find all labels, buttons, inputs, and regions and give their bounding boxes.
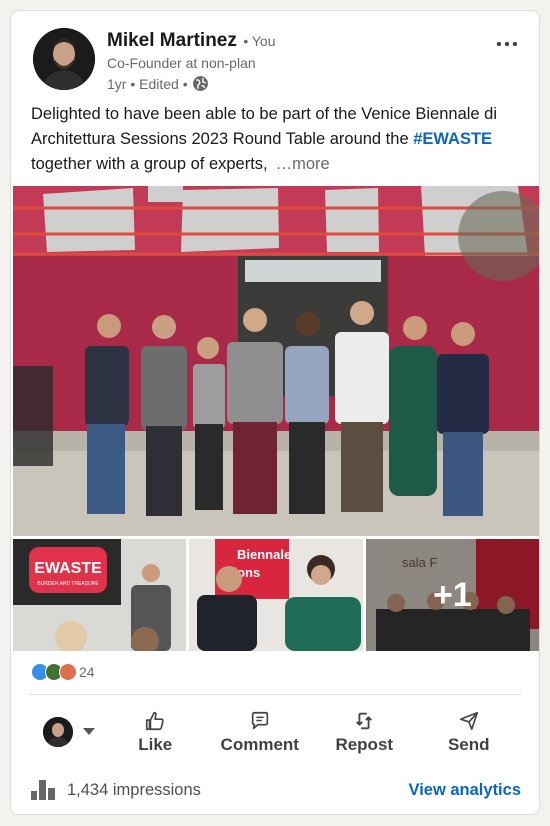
send-button[interactable]: Send (417, 710, 522, 755)
post-thumbnails: EWASTE BURDEN AND TREASURE Biennalession… (13, 539, 539, 651)
see-more-link[interactable]: …more (276, 155, 330, 173)
ewaste-sign: EWASTE (34, 560, 102, 577)
thumbnail-3[interactable]: sala F +1 (365, 539, 539, 651)
current-user-avatar (43, 717, 73, 747)
post-card: Mikel Martinez • You Co-Founder at non-p… (10, 10, 540, 815)
comment-icon (251, 711, 268, 729)
view-analytics-link[interactable]: View analytics (408, 781, 521, 800)
social-actions-bar: Like Comment Repost Send (29, 701, 521, 763)
thumbnail-1[interactable]: EWASTE BURDEN AND TREASURE (13, 539, 187, 651)
comment-label: Comment (220, 734, 299, 754)
react-as-selector[interactable] (29, 717, 103, 747)
actions-divider (29, 694, 521, 695)
globe-icon (192, 75, 209, 92)
like-button[interactable]: Like (103, 710, 208, 755)
author-relation: • You (243, 33, 276, 49)
post-meta: 1yr • Edited • (107, 75, 209, 92)
repost-button[interactable]: Repost (312, 710, 417, 755)
chevron-down-icon (83, 723, 95, 741)
post-text-part2: together with a group of experts, (31, 155, 268, 173)
more-options-icon[interactable] (491, 28, 523, 60)
reaction-count[interactable]: 24 (79, 664, 95, 680)
post-header: Mikel Martinez • You Co-Founder at non-p… (33, 28, 523, 98)
celebrate-reaction-icon (59, 663, 77, 681)
post-main-photo[interactable] (13, 186, 539, 536)
post-footer: 1,434 impressions View analytics (31, 777, 521, 803)
impressions-count: 1,434 impressions (67, 780, 201, 799)
thumbnail-2[interactable]: Biennalessions (189, 539, 363, 651)
like-label: Like (138, 734, 173, 754)
ewaste-subtitle: BURDEN AND TREASURE (37, 581, 99, 587)
repost-icon (356, 712, 373, 729)
send-label: Send (447, 734, 490, 754)
reaction-icons (31, 663, 77, 681)
post-text: Delighted to have been able to be part o… (31, 102, 526, 177)
comment-button[interactable]: Comment (208, 710, 313, 755)
hashtag-link[interactable]: #EWASTE (413, 130, 492, 148)
bar-chart-icon (31, 780, 55, 800)
author-avatar[interactable] (33, 28, 95, 90)
more-photos-overlay[interactable]: +1 (365, 539, 539, 651)
send-icon (459, 711, 478, 730)
thumbs-up-icon (146, 711, 164, 730)
impressions-link[interactable]: 1,434 impressions (31, 780, 201, 800)
author-headline: Co-Founder at non-plan (107, 55, 256, 71)
repost-label: Repost (335, 734, 394, 754)
author-name[interactable]: Mikel Martinez (107, 30, 237, 51)
reactions-summary[interactable]: 24 (31, 663, 95, 681)
post-timestamp: 1yr • Edited • (107, 75, 188, 92)
author-name-line: Mikel Martinez • You (107, 30, 276, 52)
